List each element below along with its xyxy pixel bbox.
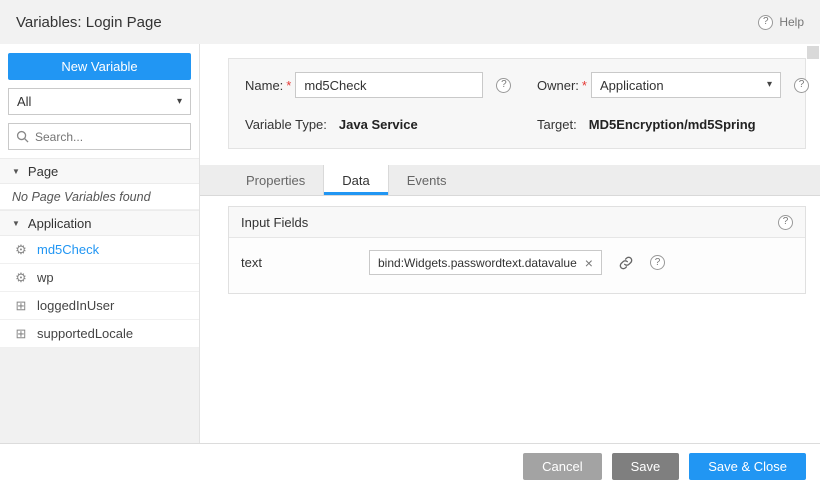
sidebar-controls: New Variable All ▾ xyxy=(0,44,199,158)
detail-tabs: Properties Data Events xyxy=(200,165,820,196)
tab-events[interactable]: Events xyxy=(389,165,465,195)
target-group: Target: MD5Encryption/md5Spring xyxy=(537,117,756,132)
field-help-icon[interactable]: ? xyxy=(650,255,665,270)
tree-section-page[interactable]: ▼ Page xyxy=(0,158,199,184)
new-variable-button[interactable]: New Variable xyxy=(8,53,191,80)
dialog-body: New Variable All ▾ ▼ xyxy=(0,44,820,443)
name-label: Name: xyxy=(245,78,283,93)
tab-properties[interactable]: Properties xyxy=(228,165,323,195)
tab-data[interactable]: Data xyxy=(323,165,388,195)
section-label: Page xyxy=(28,164,58,179)
name-input[interactable] xyxy=(295,72,483,98)
variable-item-label: md5Check xyxy=(37,242,99,257)
save-and-close-button[interactable]: Save & Close xyxy=(689,453,806,480)
search-input[interactable] xyxy=(35,130,183,144)
help-button[interactable]: ? Help xyxy=(758,15,804,30)
name-help-icon[interactable]: ? xyxy=(496,78,511,93)
clear-binding-icon[interactable]: × xyxy=(585,256,593,270)
binding-value: bind:Widgets.passwordtext.datavalue xyxy=(378,256,577,270)
owner-select[interactable]: Application ▾ xyxy=(591,72,781,98)
variable-item-loggedinuser[interactable]: ⊞ loggedInUser xyxy=(0,292,199,320)
service-icon: ⚙ xyxy=(14,243,28,256)
owner-label: Owner: xyxy=(537,78,579,93)
page-empty-message: No Page Variables found xyxy=(0,184,199,210)
variable-item-md5check[interactable]: ⚙ md5Check xyxy=(0,236,199,264)
input-fields-help-icon[interactable]: ? xyxy=(778,215,793,230)
variable-summary-panel: Name: * ? Owner: * Application ▾ ? xyxy=(228,58,806,149)
variable-type-value: Java Service xyxy=(339,117,418,132)
search-box xyxy=(8,123,191,150)
required-marker: * xyxy=(286,78,291,93)
static-variable-icon: ⊞ xyxy=(14,299,28,312)
cancel-button[interactable]: Cancel xyxy=(523,453,601,480)
bind-link-icon[interactable] xyxy=(618,255,634,271)
section-label: Application xyxy=(28,216,92,231)
variables-tree: ▼ Page No Page Variables found ▼ Applica… xyxy=(0,158,199,443)
tree-section-application[interactable]: ▼ Application xyxy=(0,210,199,236)
dialog-header: Variables: Login Page ? Help xyxy=(0,0,820,44)
input-fields-header: Input Fields ? xyxy=(229,207,805,238)
target-value: MD5Encryption/md5Spring xyxy=(589,117,756,132)
name-owner-row: Name: * ? Owner: * Application ▾ ? xyxy=(245,72,789,98)
page-title: Variables: Login Page xyxy=(16,14,162,31)
variable-item-label: wp xyxy=(37,270,54,285)
owner-field-group: Owner: * Application ▾ ? xyxy=(537,72,809,98)
save-button[interactable]: Save xyxy=(612,453,680,480)
variables-sidebar: New Variable All ▾ ▼ xyxy=(0,44,200,443)
service-icon: ⚙ xyxy=(14,271,28,284)
target-label: Target: xyxy=(537,117,577,132)
field-label: text xyxy=(241,255,369,270)
variable-type-group: Variable Type: Java Service xyxy=(245,117,537,132)
collapse-caret-icon: ▼ xyxy=(12,167,20,176)
variable-item-wp[interactable]: ⚙ wp xyxy=(0,264,199,292)
chevron-down-icon: ▾ xyxy=(177,97,182,107)
variable-type-label: Variable Type: xyxy=(245,117,327,132)
type-target-row: Variable Type: Java Service Target: MD5E… xyxy=(245,117,789,132)
required-marker: * xyxy=(582,78,587,93)
dialog-footer: Cancel Save Save & Close xyxy=(0,443,820,488)
owner-help-icon[interactable]: ? xyxy=(794,78,809,93)
name-field-group: Name: * ? xyxy=(245,72,537,98)
collapse-caret-icon: ▼ xyxy=(12,219,20,228)
binding-chip-input[interactable]: bind:Widgets.passwordtext.datavalue × xyxy=(369,250,602,275)
help-label: Help xyxy=(779,15,804,29)
help-icon: ? xyxy=(758,15,773,30)
variable-item-label: loggedInUser xyxy=(37,298,114,313)
sidebar-filler xyxy=(0,348,199,443)
owner-selected-value: Application xyxy=(600,78,664,93)
static-variable-icon: ⊞ xyxy=(14,327,28,340)
variable-item-label: supportedLocale xyxy=(37,326,133,341)
variable-item-supportedlocale[interactable]: ⊞ supportedLocale xyxy=(0,320,199,348)
search-icon xyxy=(16,130,29,143)
filter-selected-value: All xyxy=(17,94,31,109)
variables-dialog: Variables: Login Page ? Help New Variabl… xyxy=(0,0,820,488)
scrollbar-thumb[interactable] xyxy=(807,46,819,59)
input-field-row-text: text bind:Widgets.passwordtext.datavalue… xyxy=(229,238,805,293)
input-fields-panel: Input Fields ? text bind:Widgets.passwor… xyxy=(228,206,806,294)
variable-filter-select[interactable]: All ▾ xyxy=(8,88,191,115)
variable-detail-pane: Name: * ? Owner: * Application ▾ ? xyxy=(200,44,820,443)
input-fields-title: Input Fields xyxy=(241,215,308,230)
chevron-down-icon: ▾ xyxy=(767,80,772,90)
